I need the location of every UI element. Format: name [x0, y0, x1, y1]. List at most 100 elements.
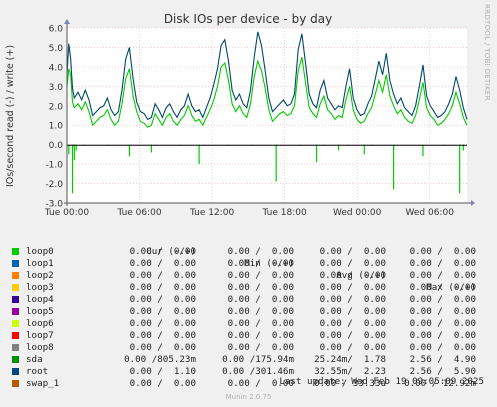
y-tick-label: 1.0: [49, 122, 64, 132]
legend-cur: 0.00 /805.23m: [124, 354, 196, 365]
y-tick-label: 4.0: [49, 63, 64, 73]
legend-swatch: [12, 356, 19, 363]
y-tick-label: -1.0: [45, 161, 63, 171]
legend-avg: 25.24m/ 1.78: [314, 354, 386, 365]
legend-max: 0.00 / 0.00: [409, 318, 476, 329]
legend-swatch: [12, 344, 19, 351]
legend-min: 0.00 / 0.00: [227, 330, 294, 341]
legend-avg: 0.00 / 0.00: [319, 246, 386, 257]
legend-header: Cur (-/+) Min (-/+) Avg (-/+) Max (-/+): [12, 234, 492, 293]
legend-cur: 0.00 / 0.00: [129, 378, 196, 389]
legend-row-loop1: loop1 0.00 / 0.00 0.00 / 0.00 0.00 / 0.00 0.…: [12, 258, 492, 270]
legend-row-loop7: loop7 0.00 / 0.00 0.00 / 0.00 0.00 / 0.00 0.…: [12, 330, 492, 342]
x-tick-label: Tue 12:00: [189, 208, 234, 218]
y-tick-label: 3.0: [49, 83, 64, 93]
legend-cur: 0.00 / 0.00: [129, 342, 196, 353]
legend-name: loop4: [26, 294, 54, 305]
legend-cur: 0.00 / 1.10: [129, 366, 196, 377]
y-axis-arrow: [64, 19, 70, 24]
legend-name: loop1: [26, 258, 54, 269]
legend-max: 2.56 / 4.90: [409, 354, 476, 365]
last-update: Last update: Wed Feb 19 09:05:09 2025: [279, 376, 484, 387]
legend-name: sda: [26, 354, 43, 365]
legend-row-loop2: loop2 0.00 / 0.00 0.00 / 0.00 0.00 / 0.00 0.…: [12, 270, 492, 282]
legend-name: loop2: [26, 270, 54, 281]
legend-swatch: [12, 284, 19, 291]
legend-max: 0.00 / 0.00: [409, 294, 476, 305]
munin-footer: Munin 2.0.75: [225, 393, 272, 401]
x-tick-label: Tue 06:00: [116, 208, 161, 218]
legend-min: 0.00 / 0.00: [227, 318, 294, 329]
legend-name: loop8: [26, 342, 54, 353]
legend-cur: 0.00 / 0.00: [129, 318, 196, 329]
legend-name: loop6: [26, 318, 54, 329]
legend-row-loop8: loop8 0.00 / 0.00 0.00 / 0.00 0.00 / 0.00 0.…: [12, 342, 492, 354]
legend-min: 0.00 / 0.00: [227, 282, 294, 293]
legend-swatch: [12, 272, 19, 279]
legend-cur: 0.00 / 0.00: [129, 330, 196, 341]
legend-max: 0.00 / 0.00: [409, 270, 476, 281]
x-tick-label: Tue 18:00: [262, 208, 307, 218]
legend-max: 0.00 / 0.00: [409, 342, 476, 353]
legend-min: 0.00 / 0.00: [227, 342, 294, 353]
y-tick-label: 5.0: [49, 44, 64, 54]
legend-row-loop0: loop0 0.00 / 0.00 0.00 / 0.00 0.00 / 0.00 0.…: [12, 246, 492, 258]
legend-avg: 0.00 / 0.00: [319, 294, 386, 305]
legend-name: root: [26, 366, 49, 377]
x-tick-labels: Tue 00:00 Tue 06:00 Tue 12:00 Tue 18:00 Wed …: [44, 208, 454, 218]
x-tick-label: Wed 06:00: [406, 208, 455, 218]
legend-swatch: [12, 332, 19, 339]
y-tick-label: -2.0: [45, 180, 63, 190]
legend-swatch: [12, 320, 19, 327]
legend-max: 0.00 / 0.00: [409, 282, 476, 293]
legend-min: 0.00 / 0.00: [227, 258, 294, 269]
legend-row-loop3: loop3 0.00 / 0.00 0.00 / 0.00 0.00 / 0.00 0.…: [12, 282, 492, 294]
legend-swatch: [12, 260, 19, 267]
legend-max: 0.00 / 0.00: [409, 258, 476, 269]
legend-row-sda: sda 0.00 /805.23m 0.00 /175.94m 25.24m/ 1.7…: [12, 354, 492, 366]
legend-avg: 0.00 / 0.00: [319, 282, 386, 293]
y-tick-label: 0.0: [49, 141, 64, 151]
legend-min: 0.00 / 0.00: [227, 246, 294, 257]
y-tick-label: 6.0: [49, 25, 64, 35]
legend-avg: 0.00 / 0.00: [319, 342, 386, 353]
legend-row-loop5: loop5 0.00 / 0.00 0.00 / 0.00 0.00 / 0.00 0.…: [12, 306, 492, 318]
legend-cur: 0.00 / 0.00: [129, 270, 196, 281]
legend-min: 0.00 / 0.00: [227, 294, 294, 305]
x-axis-arrow: [471, 200, 475, 206]
legend-min: 0.00 / 0.00: [227, 270, 294, 281]
legend-avg: 0.00 / 0.00: [319, 318, 386, 329]
legend-name: loop3: [26, 282, 54, 293]
y-tick-labels: 6.05.04.03.02.01.00.0-1.0-2.0-3.0: [45, 25, 63, 210]
legend-max: 0.00 / 0.00: [409, 306, 476, 317]
legend-avg: 0.00 / 0.00: [319, 270, 386, 281]
legend-name: swap_1: [26, 378, 60, 389]
chart-title: Disk IOs per device - by day: [164, 12, 332, 26]
legend-cur: 0.00 / 0.00: [129, 306, 196, 317]
legend-name: loop7: [26, 330, 54, 341]
legend-name: loop0: [26, 246, 54, 257]
legend-avg: 0.00 / 0.00: [319, 258, 386, 269]
legend-rows: loop0 0.00 / 0.00 0.00 / 0.00 0.00 / 0.00 0.…: [12, 246, 492, 390]
legend-cur: 0.00 / 0.00: [129, 294, 196, 305]
x-tick-label: Wed 00:00: [333, 208, 382, 218]
legend-min: 0.00 / 0.00: [227, 306, 294, 317]
legend-row-loop6: loop6 0.00 / 0.00 0.00 / 0.00 0.00 / 0.00 0.…: [12, 318, 492, 330]
legend-swatch: [12, 368, 19, 375]
legend-avg: 0.00 / 0.00: [319, 306, 386, 317]
legend: Cur (-/+) Min (-/+) Avg (-/+) Max (-/+) …: [12, 234, 492, 390]
legend-avg: 0.00 / 0.00: [319, 330, 386, 341]
legend-cur: 0.00 / 0.00: [129, 258, 196, 269]
legend-swatch: [12, 308, 19, 315]
y-axis-label: IOs/second read (-) / write (+): [5, 45, 16, 187]
legend-row-loop4: loop4 0.00 / 0.00 0.00 / 0.00 0.00 / 0.00 0.…: [12, 294, 492, 306]
rrdtool-credit: RRDTOOL / TOBI OETIKER: [483, 4, 491, 101]
legend-swatch: [12, 296, 19, 303]
legend-swatch: [12, 380, 19, 387]
legend-cur: 0.00 / 0.00: [129, 246, 196, 257]
legend-swatch: [12, 248, 19, 255]
legend-name: loop5: [26, 306, 54, 317]
legend-max: 0.00 / 0.00: [409, 246, 476, 257]
y-tick-label: 2.0: [49, 102, 64, 112]
legend-min: 0.00 /175.94m: [222, 354, 294, 365]
